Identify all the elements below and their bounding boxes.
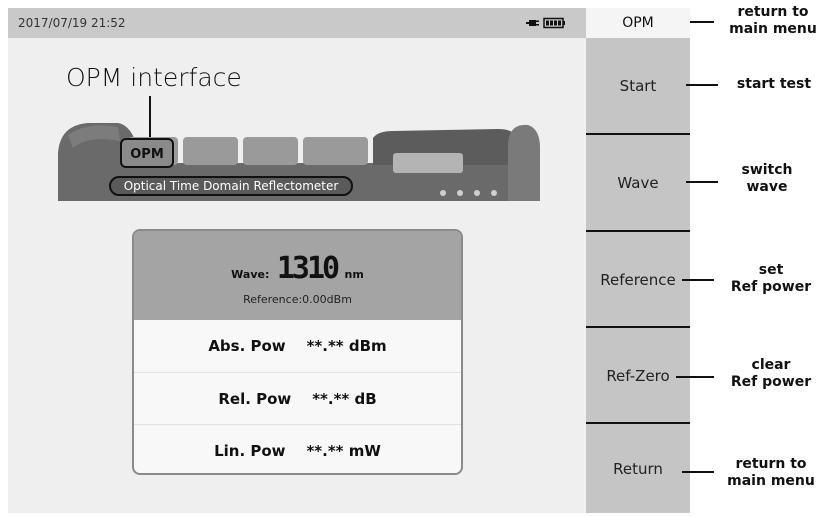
wave-unit: nm [344, 268, 364, 281]
start-button-label: Start [619, 76, 657, 95]
callout-refzero-line2: Ref power [730, 374, 812, 390]
status-bar: 2017/07/19 21:52 [8, 8, 586, 38]
device-caption: Optical Time Domain Reflectometer [109, 176, 353, 196]
callout-start-line1: start test [736, 76, 812, 92]
wave-header: Wave: 1310 nm Reference:0.00dBm [134, 231, 461, 320]
sidebar-title: OPM [586, 8, 690, 38]
callout-leader-title [690, 21, 714, 23]
callout-leader-refzero [676, 376, 714, 378]
callout-leader-return [682, 471, 714, 473]
callout-wave-line2: wave [746, 179, 788, 195]
rel-power-label: Rel. Pow [218, 390, 292, 408]
lin-power-row: Lin. Pow **.** mW [134, 424, 461, 473]
wave-value: 1310 [276, 251, 340, 286]
wave-label: Wave: [231, 268, 270, 281]
callout-return: return to main menu [716, 456, 826, 490]
callout-wave-line1: switch [741, 162, 793, 178]
lin-power-value: **.** mW [306, 442, 381, 460]
reference-button-label: Reference [600, 270, 676, 289]
return-button-label: Return [613, 459, 663, 478]
callout-refzero-line1: clear [751, 357, 791, 373]
wave-button[interactable]: Wave [586, 135, 690, 230]
reference-button[interactable]: Reference [586, 232, 690, 327]
reference-value: Reference:0.00dBm [243, 293, 352, 306]
callout-return-line1: return to [735, 456, 807, 472]
ref-zero-button[interactable]: Ref-Zero [586, 328, 690, 423]
start-button[interactable]: Start [586, 38, 690, 133]
rel-power-row: Rel. Pow **.** dB [134, 372, 461, 425]
abs-power-value: **.** dBm [306, 337, 387, 355]
softkey-sidebar: OPM Start Wave Reference Ref-Zero Return [586, 8, 690, 513]
wave-line: Wave: 1310 nm [134, 251, 461, 286]
callout-leader-wave [686, 181, 718, 183]
ref-zero-button-label: Ref-Zero [606, 366, 670, 385]
callout-title-line2: main menu [729, 21, 817, 37]
abs-power-row: Abs. Pow **.** dBm [134, 320, 461, 372]
status-icons [526, 17, 565, 29]
callout-refzero: clear Ref power [716, 357, 826, 391]
callout-start: start test [722, 76, 826, 93]
callout-reference-line2: Ref power [730, 279, 812, 295]
opm-tag: OPM [120, 138, 174, 168]
lin-power-label: Lin. Pow [214, 442, 286, 460]
callout-title: return to main menu [718, 4, 828, 38]
callout-reference: set Ref power [716, 262, 826, 296]
return-button[interactable]: Return [586, 424, 690, 513]
callout-wave: switch wave [722, 162, 812, 196]
callout-reference-line1: set [758, 262, 784, 278]
abs-power-label: Abs. Pow [208, 337, 286, 355]
interface-label: OPM interface [66, 63, 242, 92]
callout-leader-start [686, 84, 718, 86]
wave-button-label: Wave [617, 173, 659, 192]
battery-icon [543, 17, 565, 29]
plug-icon [526, 20, 539, 26]
callout-leader-reference [682, 279, 714, 281]
device-screen: 2017/07/19 21:52 OPM interface OPM Optic… [8, 8, 586, 513]
callout-title-line1: return to [737, 4, 809, 20]
opm-readout-panel: Wave: 1310 nm Reference:0.00dBm Abs. Pow… [132, 229, 463, 475]
callout-return-line2: main menu [727, 473, 815, 489]
rel-power-value: **.** dB [312, 390, 377, 408]
status-datetime: 2017/07/19 21:52 [18, 16, 126, 30]
